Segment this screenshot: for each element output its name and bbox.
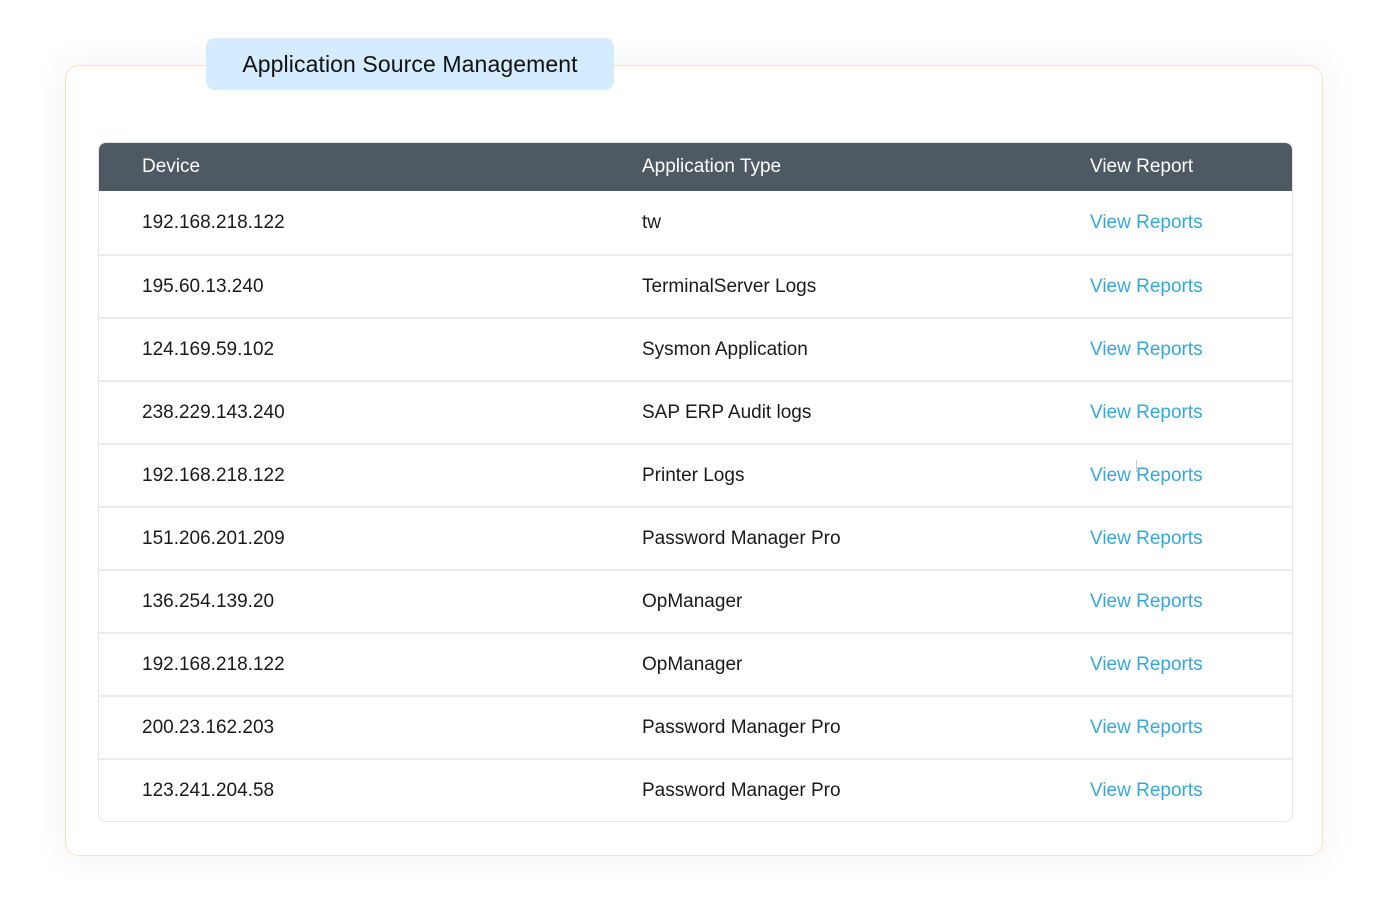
view-reports-link[interactable]: View Reports bbox=[1090, 402, 1203, 424]
device-cell: 238.229.143.240 bbox=[142, 401, 285, 423]
device-cell: 124.169.59.102 bbox=[142, 338, 275, 360]
view-reports-link[interactable]: View Reports bbox=[1090, 717, 1203, 739]
device-cell: 123.241.204.58 bbox=[142, 779, 275, 801]
table-row: 192.168.218.122 tw View Reports bbox=[99, 191, 1292, 254]
application-type-cell: OpManager bbox=[642, 653, 743, 675]
view-reports-link[interactable]: View Reports bbox=[1090, 780, 1203, 802]
device-cell: 151.206.201.209 bbox=[142, 527, 285, 549]
table-row: 200.23.162.203 Password Manager Pro View R… bbox=[99, 695, 1292, 758]
table-row: 192.168.218.122 Printer Logs View Reports bbox=[99, 443, 1292, 506]
column-header-application-type: Application Type bbox=[642, 156, 782, 177]
column-header-view-report: View Report bbox=[1090, 156, 1194, 177]
view-reports-link[interactable]: View Reports bbox=[1090, 465, 1203, 487]
application-type-cell: tw bbox=[642, 211, 661, 233]
view-reports-link[interactable]: View Reports bbox=[1090, 591, 1203, 613]
table-body: 192.168.218.122 tw View Reports 195.60.13.2… bbox=[99, 191, 1292, 821]
device-cell: 136.254.139.20 bbox=[142, 590, 275, 612]
table-row: 195.60.13.240 TerminalServer Logs View Rep… bbox=[99, 254, 1292, 317]
application-type-cell: Password Manager Pro bbox=[642, 527, 841, 549]
application-type-cell: OpManager bbox=[642, 590, 743, 612]
table-row: 123.241.204.58 Password Manager Pro View R… bbox=[99, 758, 1292, 821]
view-reports-link[interactable]: View Reports bbox=[1090, 339, 1203, 361]
view-reports-link[interactable]: View Reports bbox=[1090, 212, 1203, 234]
table-row: 124.169.59.102 Sysmon Application View Rep… bbox=[99, 317, 1292, 380]
application-type-cell: TerminalServer Logs bbox=[642, 275, 817, 297]
table-row: 151.206.201.209 Password Manager Pro View … bbox=[99, 506, 1292, 569]
table-header: Device Application Type View Report bbox=[99, 143, 1292, 191]
page-title: Application Source Management bbox=[206, 38, 614, 90]
device-cell: 192.168.218.122 bbox=[142, 653, 285, 675]
text-cursor bbox=[1136, 460, 1137, 472]
application-type-cell: Printer Logs bbox=[642, 464, 745, 486]
view-reports-link[interactable]: View Reports bbox=[1090, 276, 1203, 298]
view-reports-link[interactable]: View Reports bbox=[1090, 528, 1203, 550]
application-source-table: Device Application Type View Report 192.… bbox=[98, 142, 1293, 822]
device-cell: 192.168.218.122 bbox=[142, 464, 285, 486]
column-header-device: Device bbox=[142, 156, 201, 177]
table-row: 136.254.139.20 OpManager View Reports bbox=[99, 569, 1292, 632]
application-type-cell: SAP ERP Audit logs bbox=[642, 401, 812, 423]
table-row: 238.229.143.240 SAP ERP Audit logs View Re… bbox=[99, 380, 1292, 443]
device-cell: 192.168.218.122 bbox=[142, 211, 285, 233]
device-cell: 195.60.13.240 bbox=[142, 275, 264, 297]
application-type-cell: Sysmon Application bbox=[642, 338, 808, 360]
device-cell: 200.23.162.203 bbox=[142, 716, 275, 738]
application-type-cell: Password Manager Pro bbox=[642, 716, 841, 738]
application-type-cell: Password Manager Pro bbox=[642, 779, 841, 801]
view-reports-link[interactable]: View Reports bbox=[1090, 654, 1203, 676]
table-row: 192.168.218.122 OpManager View Reports bbox=[99, 632, 1292, 695]
